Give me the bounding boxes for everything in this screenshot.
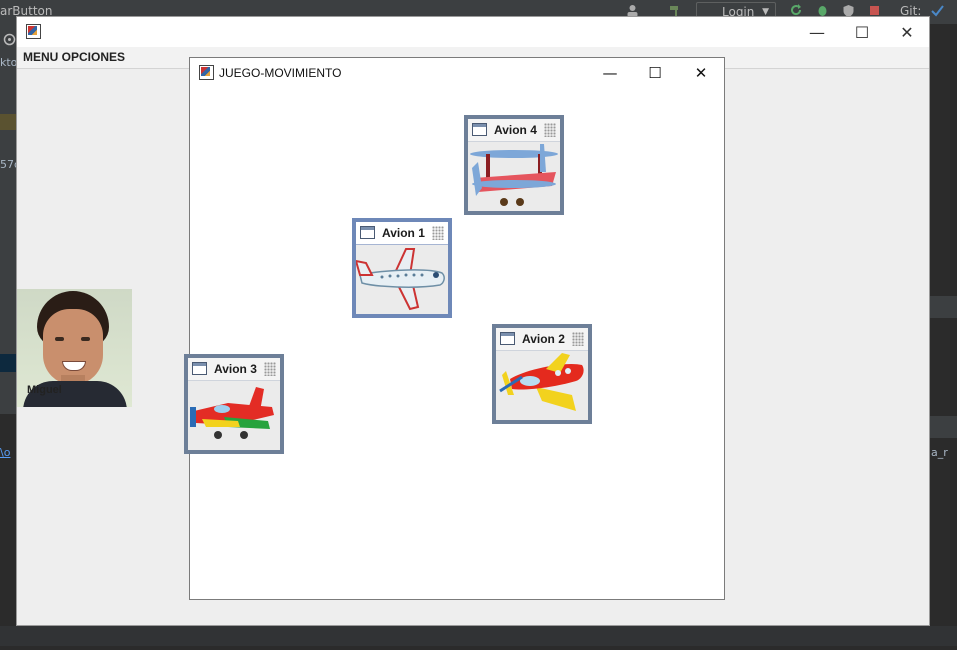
ide-right-strip	[930, 296, 957, 318]
plane-frame-3[interactable]: Avion 3	[184, 354, 284, 454]
ide-right-panel	[930, 24, 957, 646]
plane-titlebar[interactable]: Avion 3	[188, 358, 280, 381]
java-app-icon	[25, 23, 41, 39]
plane-label: Avion 3	[214, 362, 257, 376]
game-window: JUEGO-MOVIMIENTO — ☐ ✕ Avion 4 Avion 1 A…	[184, 57, 725, 600]
frame-icon	[500, 332, 515, 345]
main-titlebar[interactable]: — ☐ ✕	[17, 17, 929, 47]
ide-console-snippet: a_r	[931, 446, 948, 459]
game-window-title: JUEGO-MOVIMIENTO	[219, 66, 342, 80]
frame-icon	[472, 123, 487, 136]
maximize-button[interactable]: ☐	[839, 17, 885, 47]
java-app-icon	[198, 64, 214, 80]
resize-grip-icon[interactable]	[544, 123, 556, 137]
plane-frame-2[interactable]: Avion 2	[492, 324, 592, 424]
menu-opciones[interactable]: MENU OPCIONES	[23, 50, 125, 64]
ide-highlight-strip	[0, 114, 16, 130]
jet-plane-image	[356, 245, 448, 314]
ide-code-snippet: kto	[0, 56, 18, 69]
game-minimize-button[interactable]: —	[587, 58, 633, 87]
ide-right-strip	[930, 416, 957, 438]
resize-grip-icon[interactable]	[572, 332, 584, 346]
plane-label: Avion 1	[382, 226, 425, 240]
frame-icon	[192, 362, 207, 375]
close-button[interactable]: ✕	[884, 17, 930, 47]
plane-label: Avion 2	[522, 332, 565, 346]
profile-photo: Miguel	[17, 289, 132, 407]
resize-grip-icon[interactable]	[264, 362, 276, 376]
plane-frame-1[interactable]: Avion 1	[352, 218, 452, 318]
plane-frame-4[interactable]: Avion 4	[464, 115, 564, 215]
minimize-button[interactable]: —	[794, 17, 840, 47]
yellow-red-plane-image	[496, 351, 588, 420]
ide-left-gutter	[0, 24, 16, 650]
toy-plane-image	[188, 381, 280, 450]
ide-console-link[interactable]: \o	[0, 446, 10, 459]
plane-label: Avion 4	[494, 123, 537, 137]
frame-icon	[360, 226, 375, 239]
photo-label: Miguel	[27, 384, 62, 396]
plane-titlebar[interactable]: Avion 1	[356, 222, 448, 245]
ide-selection-strip	[0, 354, 16, 372]
resize-grip-icon[interactable]	[432, 226, 444, 240]
git-checkmark-icon[interactable]	[931, 4, 944, 17]
biplane-image	[468, 142, 560, 211]
game-maximize-button[interactable]: ☐	[632, 58, 678, 87]
crosshair-icon[interactable]	[3, 33, 16, 46]
plane-titlebar[interactable]: Avion 2	[496, 328, 588, 351]
game-close-button[interactable]: ✕	[678, 58, 724, 87]
ide-statusbar	[0, 626, 957, 646]
plane-titlebar[interactable]: Avion 4	[468, 119, 560, 142]
game-titlebar[interactable]: JUEGO-MOVIMIENTO — ☐ ✕	[190, 58, 724, 87]
